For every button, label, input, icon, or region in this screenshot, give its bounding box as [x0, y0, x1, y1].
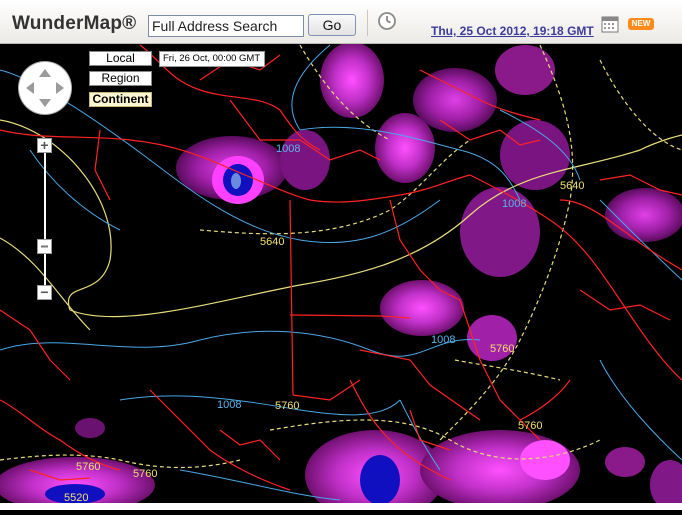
pan-up-icon: [39, 69, 51, 77]
pan-arrows-icon: [26, 69, 64, 107]
height-label: 5760: [133, 468, 157, 480]
go-button[interactable]: Go: [308, 14, 356, 36]
zoom-slider-track[interactable]: [44, 152, 46, 286]
pressure-label: 1008: [217, 399, 241, 411]
scope-region-button[interactable]: Region: [89, 71, 152, 86]
pan-left-icon: [26, 82, 34, 94]
height-label: 5760: [76, 461, 100, 473]
pan-down-icon: [39, 99, 51, 107]
weather-map[interactable]: 5640 5640 5760 5760 5760 5760 5760 5520 …: [0, 42, 682, 515]
zoom-slider-handle[interactable]: [37, 239, 52, 254]
new-badge[interactable]: NEW: [628, 18, 654, 30]
height-label: 5640: [260, 236, 284, 248]
height-label: 5640: [560, 180, 584, 192]
pan-right-icon: [56, 82, 64, 94]
current-datetime-link[interactable]: Thu, 25 Oct 2012, 19:18 GMT: [431, 24, 594, 38]
pressure-label: 1008: [431, 334, 455, 346]
zoom-out-button[interactable]: −: [37, 285, 52, 300]
height-label: 5760: [490, 343, 514, 355]
scope-local-button[interactable]: Local: [89, 51, 152, 66]
top-bar: WunderMap® Go Thu, 25 Oct 2012, 19:18 GM…: [0, 0, 682, 44]
pan-control[interactable]: [19, 62, 71, 114]
app-logo[interactable]: WunderMap®: [12, 13, 136, 35]
height-label: 5760: [518, 420, 542, 432]
address-search-input[interactable]: [148, 15, 304, 37]
height-label: 5760: [275, 400, 299, 412]
pressure-label: 1008: [276, 143, 300, 155]
pressure-label: 1008: [502, 198, 526, 210]
toolbar-divider: [367, 10, 368, 36]
zoom-in-button[interactable]: +: [37, 138, 52, 153]
weather-map-canvas[interactable]: 5640 5640 5760 5760 5760 5760 5760 5520 …: [0, 42, 682, 515]
forecast-time-label: Fri, 26 Oct, 00:00 GMT: [159, 51, 266, 67]
calendar-icon[interactable]: [601, 15, 619, 38]
clock-icon[interactable]: [377, 11, 397, 36]
scope-continent-button[interactable]: Continent: [89, 92, 152, 107]
bottom-strip: [0, 503, 682, 510]
